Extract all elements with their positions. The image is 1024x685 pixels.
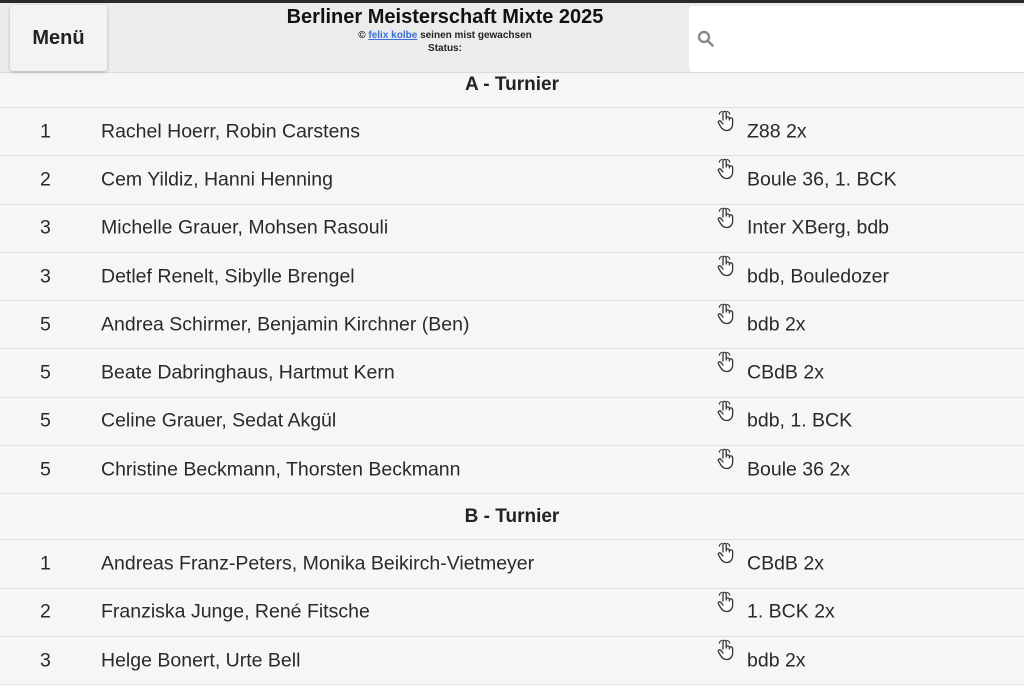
club-names: CBdB 2x bbox=[747, 552, 824, 575]
copyright-symbol: © bbox=[358, 30, 366, 41]
player-names: Rachel Hoerr, Robin Carstens bbox=[101, 120, 361, 143]
rank: 3 bbox=[40, 265, 51, 288]
club-names: Boule 36, 1. BCK bbox=[747, 168, 897, 191]
player-names: Michelle Grauer, Mohsen Rasouli bbox=[101, 216, 389, 239]
pointing-hand-icon[interactable] bbox=[716, 351, 736, 373]
club-names: bdb, 1. BCK bbox=[747, 409, 853, 432]
search-icon bbox=[696, 29, 716, 49]
club-names: bdb 2x bbox=[747, 313, 806, 336]
rank: 2 bbox=[40, 600, 51, 623]
club-names: 1. BCK 2x bbox=[747, 600, 835, 623]
credit-line: © felix kolbe seinen mist gewachsen bbox=[205, 29, 685, 42]
pointing-hand-icon[interactable] bbox=[716, 448, 736, 470]
club-names: bdb, Bouledozer bbox=[747, 265, 890, 288]
player-names: Cem Yildiz, Hanni Henning bbox=[101, 168, 333, 191]
player-names: Beate Dabringhaus, Hartmut Kern bbox=[101, 361, 395, 384]
table-row[interactable]: 5 Andrea Schirmer, Benjamin Kirchner (Be… bbox=[0, 301, 1024, 350]
title-block: Berliner Meisterschaft Mixte 2025 © feli… bbox=[205, 5, 685, 55]
player-names: Helge Bonert, Urte Bell bbox=[101, 649, 301, 672]
table-row[interactable]: 3 Helge Bonert, Urte Bell bdb 2x bbox=[0, 637, 1024, 685]
table-row[interactable]: 5 Beate Dabringhaus, Hartmut Kern CBdB 2… bbox=[0, 349, 1024, 398]
section-heading-a: A - Turnier bbox=[0, 62, 1024, 108]
rank: 5 bbox=[40, 361, 51, 384]
rank: 5 bbox=[40, 313, 51, 336]
player-names: Franziska Junge, René Fitsche bbox=[101, 600, 370, 623]
rank: 1 bbox=[40, 552, 51, 575]
club-names: Boule 36 2x bbox=[747, 458, 850, 481]
page-title: Berliner Meisterschaft Mixte 2025 bbox=[286, 6, 604, 28]
table-row[interactable]: 1 Rachel Hoerr, Robin Carstens Z88 2x bbox=[0, 108, 1024, 157]
club-names: CBdB 2x bbox=[747, 361, 824, 384]
club-names: Inter XBerg, bdb bbox=[747, 216, 890, 239]
pointing-hand-icon[interactable] bbox=[716, 110, 736, 132]
player-names: Detlef Renelt, Sibylle Brengel bbox=[101, 265, 355, 288]
pointing-hand-icon[interactable] bbox=[716, 591, 736, 613]
status-label: Status: bbox=[428, 43, 462, 54]
club-names: Z88 2x bbox=[747, 120, 807, 143]
rank: 3 bbox=[40, 649, 51, 672]
pointing-hand-icon[interactable] bbox=[716, 255, 736, 277]
rank: 5 bbox=[40, 409, 51, 432]
rank: 3 bbox=[40, 216, 51, 239]
pointing-hand-icon[interactable] bbox=[716, 303, 736, 325]
search-input[interactable] bbox=[722, 8, 1024, 70]
results-list: A - Turnier 1 Rachel Hoerr, Robin Carste… bbox=[0, 62, 1024, 685]
table-row[interactable]: 5 Celine Grauer, Sedat Akgül bdb, 1. BCK bbox=[0, 398, 1024, 447]
section-heading-b: B - Turnier bbox=[0, 494, 1024, 541]
pointing-hand-icon[interactable] bbox=[716, 158, 736, 180]
rank: 2 bbox=[40, 168, 51, 191]
credit-suffix: seinen mist gewachsen bbox=[420, 30, 532, 41]
pointing-hand-icon[interactable] bbox=[716, 207, 736, 229]
player-names: Andrea Schirmer, Benjamin Kirchner (Ben) bbox=[101, 313, 470, 336]
club-names: bdb 2x bbox=[747, 649, 806, 672]
player-names: Celine Grauer, Sedat Akgül bbox=[101, 409, 337, 432]
pointing-hand-icon[interactable] bbox=[716, 542, 736, 564]
rank: 1 bbox=[40, 120, 51, 143]
table-row[interactable]: 5 Christine Beckmann, Thorsten Beckmann … bbox=[0, 446, 1024, 495]
pointing-hand-icon[interactable] bbox=[716, 639, 736, 661]
table-row[interactable]: 2 Franziska Junge, René Fitsche 1. BCK 2… bbox=[0, 589, 1024, 637]
pointing-hand-icon[interactable] bbox=[716, 400, 736, 422]
player-names: Christine Beckmann, Thorsten Beckmann bbox=[101, 458, 461, 481]
player-names: Andreas Franz-Peters, Monika Beikirch-Vi… bbox=[101, 552, 535, 575]
table-row[interactable]: 1 Andreas Franz-Peters, Monika Beikirch-… bbox=[0, 540, 1024, 589]
credit-link[interactable]: felix kolbe bbox=[368, 30, 417, 41]
table-row[interactable]: 3 Detlef Renelt, Sibylle Brengel bdb, Bo… bbox=[0, 253, 1024, 302]
table-row[interactable]: 2 Cem Yildiz, Hanni Henning Boule 36, 1.… bbox=[0, 156, 1024, 205]
table-row[interactable]: 3 Michelle Grauer, Mohsen Rasouli Inter … bbox=[0, 205, 1024, 253]
rank: 5 bbox=[40, 458, 51, 481]
